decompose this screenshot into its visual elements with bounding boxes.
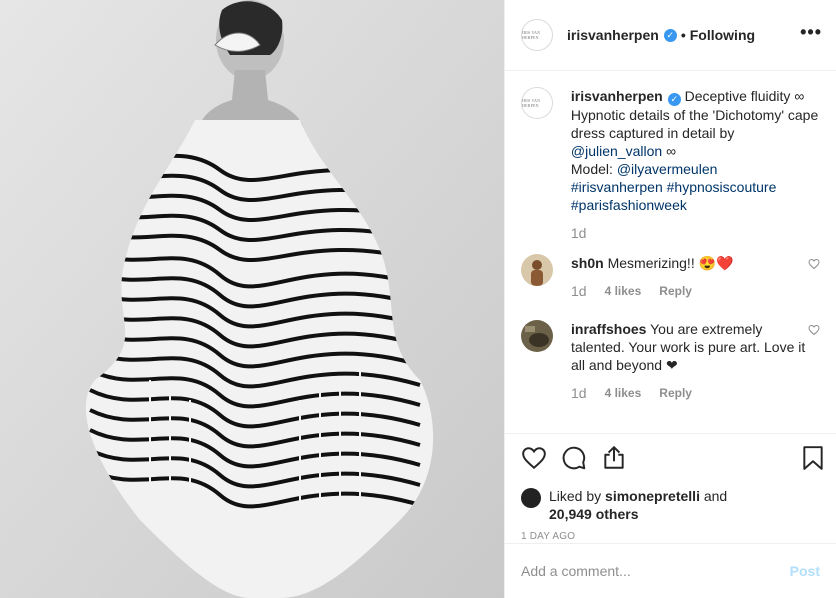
instagram-post: IRIS VAN HERPEN irisvanherpen ✓ • Follow… <box>0 0 836 598</box>
commenter-photo <box>521 320 553 352</box>
caption-username[interactable]: irisvanherpen <box>571 88 663 104</box>
comment-meta: 1d 4 likes Reply <box>571 282 820 300</box>
header-username[interactable]: irisvanherpen <box>567 27 659 43</box>
reply-button[interactable]: Reply <box>659 282 692 300</box>
post-image[interactable] <box>0 0 504 598</box>
more-options-icon[interactable]: ••• <box>800 22 822 43</box>
post-age[interactable]: 1 DAY AGO <box>521 531 820 542</box>
action-icons <box>521 444 820 472</box>
caption-avatar[interactable]: IRIS VAN HERPEN <box>521 87 553 119</box>
brand-logo: IRIS VAN HERPEN <box>522 30 541 40</box>
liked-by: Liked by simonepretelli and 20,949 other… <box>521 487 820 523</box>
verified-badge-icon: ✓ <box>663 28 677 42</box>
separator-dot: • <box>680 27 686 43</box>
comment-meta: 1d 4 likes Reply <box>571 384 820 402</box>
liked-by-user[interactable]: simonepretelli <box>605 488 700 504</box>
hashtag-irisvanherpen[interactable]: #irisvanherpen <box>571 179 663 195</box>
caption-time[interactable]: 1d <box>571 224 587 242</box>
comment-input[interactable] <box>521 563 790 579</box>
post-header: IRIS VAN HERPEN irisvanherpen ✓ • Follow… <box>505 0 836 71</box>
comment-text: Mesmerizing!! 😍❤️ <box>607 255 734 271</box>
liked-by-others[interactable]: 20,949 others <box>549 506 639 522</box>
mention-photographer[interactable]: @julien_vallon <box>571 143 662 159</box>
profile-avatar[interactable]: IRIS VAN HERPEN <box>521 19 553 51</box>
bookmark-icon[interactable] <box>802 445 824 471</box>
comment-body: inraffshoes You are extremely talented. … <box>571 320 820 402</box>
post-sidebar: IRIS VAN HERPEN irisvanherpen ✓ • Follow… <box>504 0 836 598</box>
liked-by-prefix: Liked by <box>549 488 602 504</box>
comment-time[interactable]: 1d <box>571 282 587 300</box>
comment-likes[interactable]: 4 likes <box>605 282 642 300</box>
commenter-photo <box>521 254 553 286</box>
reply-button[interactable]: Reply <box>659 384 692 402</box>
comment-item: sh0n Mesmerizing!! 😍❤️ 1d 4 likes Reply <box>521 254 820 300</box>
comment-username[interactable]: sh0n <box>571 255 604 271</box>
post-button[interactable]: Post <box>790 563 820 579</box>
add-comment-bar: Post <box>505 543 836 598</box>
liked-by-and: and <box>703 488 728 504</box>
post-actions: Liked by simonepretelli and 20,949 other… <box>505 433 836 543</box>
comment-icon[interactable] <box>561 445 587 471</box>
heart-icon[interactable] <box>808 324 820 336</box>
caption-body: irisvanherpen ✓ Deceptive fluidity ∞ Hypn… <box>571 87 820 242</box>
commenter-avatar[interactable] <box>521 254 553 286</box>
comment-body: sh0n Mesmerizing!! 😍❤️ 1d 4 likes Reply <box>571 254 820 300</box>
comment-username[interactable]: inraffshoes <box>571 321 646 337</box>
caption-meta: 1d <box>571 224 820 242</box>
comment-time[interactable]: 1d <box>571 384 587 402</box>
caption: IRIS VAN HERPEN irisvanherpen ✓ Deceptive… <box>521 87 820 242</box>
heart-icon[interactable] <box>521 445 547 471</box>
hashtag-hypnosiscouture[interactable]: #hypnosiscouture <box>667 179 777 195</box>
caption-infinity: ∞ <box>666 143 677 159</box>
liker-avatar[interactable] <box>521 488 541 508</box>
liked-by-text: Liked by simonepretelli and 20,949 other… <box>549 487 727 523</box>
commenter-avatar[interactable] <box>521 320 553 352</box>
hashtag-parisfashionweek[interactable]: #parisfashionweek <box>571 197 687 213</box>
caption-verified-icon: ✓ <box>667 93 681 106</box>
heart-icon[interactable] <box>808 258 820 270</box>
fashion-photo <box>0 0 504 598</box>
caption-logo: IRIS VAN HERPEN <box>522 98 541 108</box>
comment-item: inraffshoes You are extremely talented. … <box>521 320 820 402</box>
mention-model[interactable]: @ilyavermeulen <box>617 161 718 177</box>
comment-likes[interactable]: 4 likes <box>605 384 642 402</box>
comments-section: IRIS VAN HERPEN irisvanherpen ✓ Deceptive… <box>505 71 836 433</box>
caption-model-label: Model: <box>570 161 613 177</box>
share-icon[interactable] <box>601 445 627 471</box>
following-button[interactable]: Following <box>690 27 755 43</box>
